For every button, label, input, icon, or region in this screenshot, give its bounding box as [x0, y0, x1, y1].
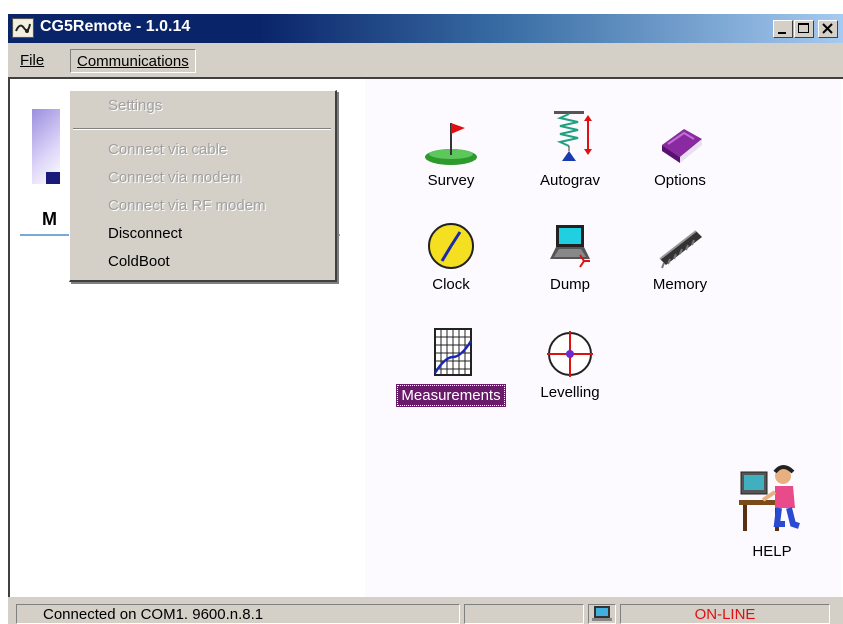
tool-levelling-label: Levelling [540, 384, 600, 401]
tool-survey[interactable]: Survey [396, 117, 506, 190]
tool-measurements[interactable]: Measurements [396, 325, 506, 407]
options-book-icon [662, 129, 702, 163]
status-panel-computer [588, 604, 616, 624]
tool-levelling[interactable]: Levelling [515, 329, 625, 402]
maximize-button[interactable] [794, 20, 814, 38]
menu-communications-label: Communications [77, 53, 189, 70]
tool-memory-label: Memory [652, 276, 708, 293]
menu-file-label: File [20, 52, 45, 69]
status-connection: Connected on COM1. 9600.n.8.1 [16, 604, 460, 624]
status-online: ON-LINE [620, 604, 830, 624]
tool-autograv[interactable]: Autograv [515, 109, 625, 190]
menu-communications[interactable]: Communications [70, 49, 196, 73]
communications-menu: Settings Connect via cable Connect via m… [69, 90, 337, 282]
clock-icon [428, 223, 474, 269]
tool-options-label: Options [654, 172, 706, 189]
status-panel-empty [464, 604, 584, 624]
tool-dump[interactable]: Dump [515, 221, 625, 294]
tool-autograv-label: Autograv [539, 172, 601, 189]
menu-coldboot[interactable]: ColdBoot [108, 253, 170, 275]
tool-panel: Survey Autograv Options Clock Dump Memor… [365, 79, 841, 597]
minimize-icon [778, 32, 786, 34]
window-title: CG5Remote - 1.0.14 [40, 18, 191, 35]
menu-connect-cable[interactable]: Connect via cable [108, 141, 227, 163]
tool-memory[interactable]: Memory [625, 221, 735, 294]
survey-flag-icon [425, 123, 477, 165]
tool-clock[interactable]: Clock [396, 221, 506, 294]
menu-bar: File Communications [8, 46, 843, 74]
maximize-icon [798, 23, 809, 33]
menu-file[interactable]: File [14, 49, 50, 73]
measurements-graph-icon [433, 328, 473, 376]
memory-chip-icon [659, 230, 702, 269]
menu-disconnect[interactable]: Disconnect [108, 225, 182, 247]
logo-graphic-dark [46, 172, 60, 184]
help-person-icon [739, 465, 800, 531]
tool-clock-label: Clock [432, 276, 470, 293]
menu-separator [73, 128, 331, 130]
app-icon[interactable] [12, 18, 34, 38]
tool-help[interactable]: HELP [717, 462, 827, 561]
computer-icon [592, 606, 612, 621]
close-button[interactable] [818, 20, 838, 38]
close-icon [822, 23, 833, 34]
status-bar: Connected on COM1. 9600.n.8.1 ON-LINE [8, 602, 843, 624]
logo-letter: M [42, 209, 57, 229]
levelling-crosshair-icon [547, 331, 593, 377]
menu-connect-rf-modem[interactable]: Connect via RF modem [108, 197, 266, 219]
tool-options[interactable]: Options [625, 117, 735, 190]
app-window: CG5Remote - 1.0.14 File Communications M [6, 12, 843, 624]
tool-dump-label: Dump [549, 276, 590, 293]
menu-settings[interactable]: Settings [108, 97, 162, 119]
tool-measurements-label: Measurements [396, 384, 506, 407]
title-bar[interactable]: CG5Remote - 1.0.14 [8, 14, 843, 43]
tool-help-label: HELP [752, 543, 792, 560]
tool-survey-label: Survey [427, 172, 475, 189]
autograv-spring-icon [554, 111, 592, 161]
dump-laptop-icon [550, 225, 590, 268]
minimize-button[interactable] [773, 20, 793, 38]
menu-connect-modem[interactable]: Connect via modem [108, 169, 241, 191]
